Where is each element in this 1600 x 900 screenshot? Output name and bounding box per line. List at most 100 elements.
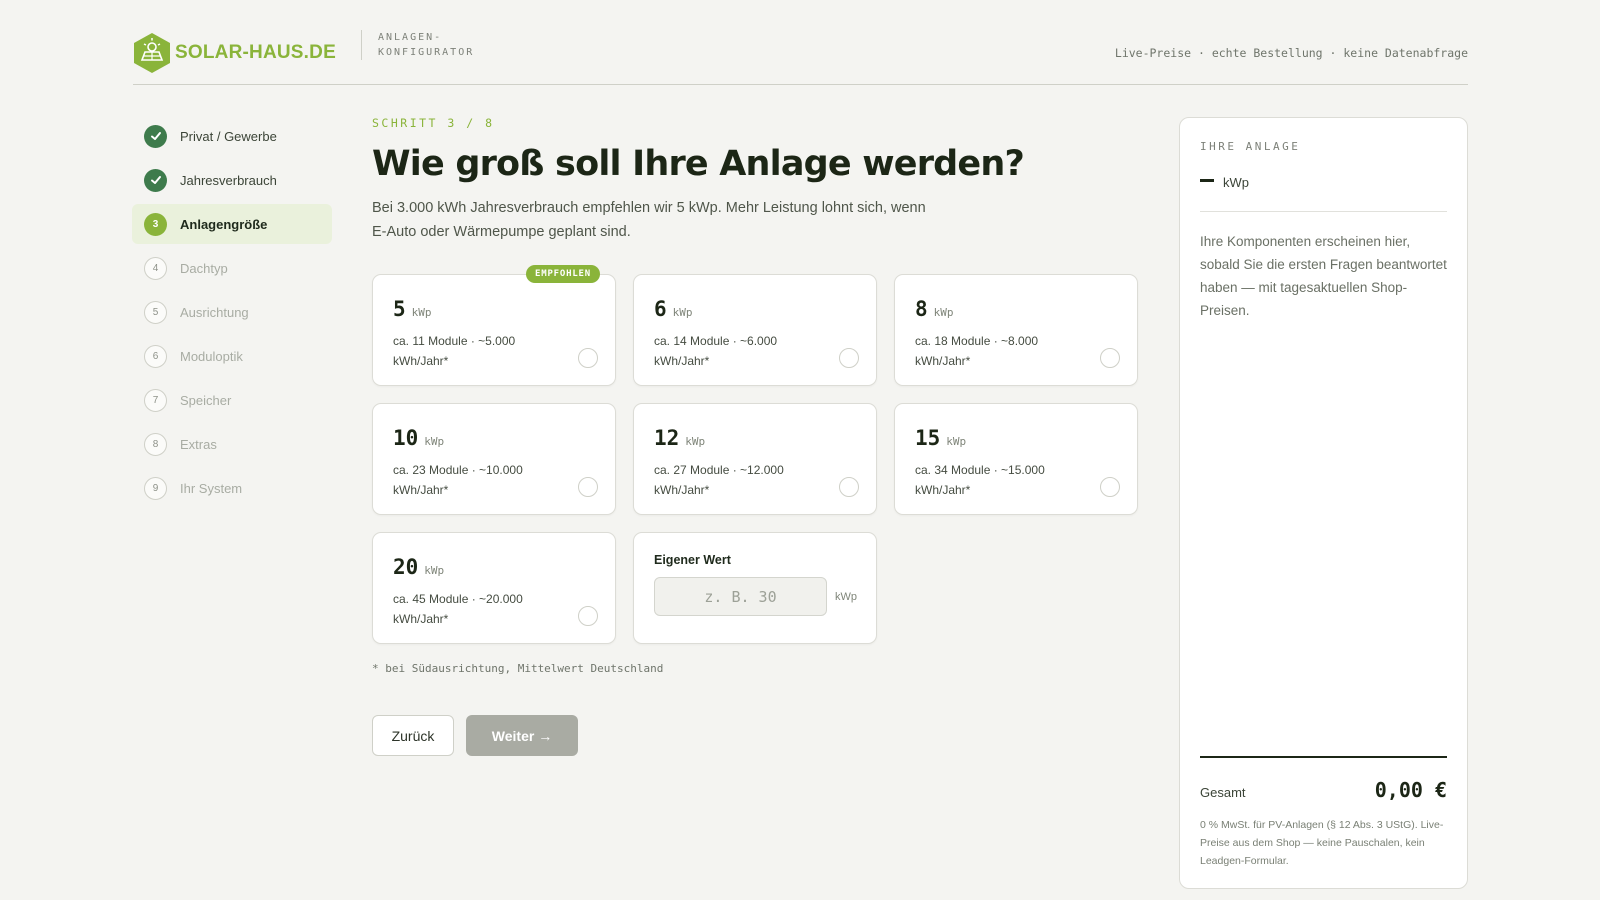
check-icon xyxy=(144,168,167,192)
empty-value-dash xyxy=(1200,178,1214,182)
size-options: EMPFOHLEN 5 kWp ca. 11 Module · ~5.000 kWh/… xyxy=(372,265,1142,644)
radio-button[interactable] xyxy=(578,477,598,497)
size-value: 15 kWp xyxy=(915,426,1117,452)
size-unit: kWp xyxy=(424,435,445,448)
size-description: ca. 11 Module · ~5.000 kWh/Jahr* xyxy=(393,334,516,368)
step-number: 8 xyxy=(144,432,167,456)
size-description: ca. 34 Module · ~15.000 kWh/Jahr* xyxy=(915,463,1045,497)
step-item[interactable]: 3 Anlagengröße xyxy=(132,204,332,244)
radio-button[interactable] xyxy=(578,348,598,368)
summary-placeholder-text: Ihre Komponenten erscheinen hier, sobald… xyxy=(1200,234,1447,318)
size-description: ca. 23 Module · ~10.000 kWh/Jahr* xyxy=(393,463,523,497)
step-label: Jahresverbrauch xyxy=(180,172,277,188)
summary-total-section: Gesamt 0,00 € 0 % MwSt. für PV-Anlagen (… xyxy=(1200,756,1447,870)
page-title: Wie groß soll Ihre Anlage werden? xyxy=(372,144,1025,184)
solar-logo-icon xyxy=(134,33,170,73)
radio-button[interactable] xyxy=(1100,477,1120,497)
size-description: ca. 27 Module · ~12.000 kWh/Jahr* xyxy=(654,463,784,497)
step-indicator: SCHRITT 3 / 8 xyxy=(372,116,495,130)
brand[interactable]: SOLAR-HAUS.DE xyxy=(133,32,336,74)
step-number: 9 xyxy=(144,476,167,500)
size-unit: kWp xyxy=(424,564,445,577)
step-label: Moduloptik xyxy=(180,348,243,364)
size-option-card[interactable]: 12 kWp ca. 27 Module · ~12.000 kWh/Jahr* xyxy=(633,403,877,515)
summary-power-unit: kWp xyxy=(1223,174,1249,190)
step-item[interactable]: 5 Ausrichtung xyxy=(132,292,332,332)
size-description: ca. 18 Module · ~8.000 kWh/Jahr* xyxy=(915,334,1039,368)
size-description: ca. 14 Module · ~6.000 kWh/Jahr* xyxy=(654,334,778,368)
size-option-card[interactable]: EMPFOHLEN 5 kWp ca. 11 Module · ~5.000 kWh/… xyxy=(372,265,616,386)
size-unit: kWp xyxy=(933,306,954,319)
size-value: 6 kWp xyxy=(654,297,856,323)
radio-button[interactable] xyxy=(1100,348,1120,368)
next-button[interactable]: Weiter → xyxy=(466,715,578,756)
step-item[interactable]: 9 Ihr System xyxy=(132,468,332,508)
size-value: 12 kWp xyxy=(654,426,856,452)
step-label: Privat / Gewerbe xyxy=(180,128,277,144)
summary-title: IHRE ANLAGE xyxy=(1200,140,1301,153)
size-option-card[interactable]: 6 kWp ca. 14 Module · ~6.000 kWh/Jahr* xyxy=(633,274,877,386)
size-number: 15 xyxy=(915,426,941,450)
size-number: 20 xyxy=(393,555,419,579)
size-number: 6 xyxy=(654,297,667,321)
step-number: 4 xyxy=(144,256,167,280)
header-note: Live-Preise · echte Bestellung · keine D… xyxy=(1114,46,1468,60)
summary-panel: IHRE ANLAGE kWp Ihre Komponenten erschei… xyxy=(1179,117,1468,889)
custom-size-label: Eigener Wert xyxy=(654,553,731,567)
step-number: 3 xyxy=(144,212,167,236)
size-option-card[interactable]: 8 kWp ca. 18 Module · ~8.000 kWh/Jahr* xyxy=(894,274,1138,386)
brand-divider xyxy=(361,30,362,60)
step-label: Ausrichtung xyxy=(180,304,249,320)
size-number: 10 xyxy=(393,426,419,450)
custom-size-card: Eigener Wert kWp xyxy=(633,532,877,644)
custom-size-input[interactable] xyxy=(654,577,827,616)
main-content: SCHRITT 3 / 8 Wie groß soll Ihre Anlage … xyxy=(372,116,1142,756)
recommended-badge: EMPFOHLEN xyxy=(526,265,600,283)
footnote: * bei Südausrichtung, Mittelwert Deutsch… xyxy=(372,662,664,675)
size-option-card[interactable]: 20 kWp ca. 45 Module · ~20.000 kWh/Jahr* xyxy=(372,532,616,644)
step-number: 5 xyxy=(144,300,167,324)
step-label: Extras xyxy=(180,436,217,452)
step-number: 7 xyxy=(144,388,167,412)
brand-subtitle: ANLAGEN-KONFIGURATOR xyxy=(378,32,475,58)
navigation-buttons: Zurück Weiter → xyxy=(372,715,1142,756)
size-value: 5 kWp xyxy=(393,297,595,323)
step-item[interactable]: Privat / Gewerbe xyxy=(132,116,332,156)
radio-button[interactable] xyxy=(839,348,859,368)
step-label: Ihr System xyxy=(180,480,243,496)
step-item[interactable]: 6 Moduloptik xyxy=(132,336,332,376)
size-unit: kWp xyxy=(685,435,706,448)
size-option-card[interactable]: 10 kWp ca. 23 Module · ~10.000 kWh/Jahr* xyxy=(372,403,616,515)
total-label: Gesamt xyxy=(1200,785,1246,800)
back-button[interactable]: Zurück xyxy=(372,715,454,756)
step-item[interactable]: 7 Speicher xyxy=(132,380,332,420)
summary-power: kWp xyxy=(1200,167,1447,197)
header: SOLAR-HAUS.DE ANLAGEN-KONFIGURATOR Live-… xyxy=(133,22,1468,84)
size-unit: kWp xyxy=(411,306,432,319)
summary-divider xyxy=(1200,211,1447,212)
step-item[interactable]: 8 Extras xyxy=(132,424,332,464)
size-number: 12 xyxy=(654,426,680,450)
total-value: 0,00 € xyxy=(1374,778,1447,802)
size-value: 20 kWp xyxy=(393,555,595,581)
brand-name: SOLAR-HAUS.DE xyxy=(175,42,336,63)
step-number: 6 xyxy=(144,344,167,368)
step-list: Privat / Gewerbe Jahresverbrauch 3 Anlageng… xyxy=(132,116,332,512)
size-unit: kWp xyxy=(672,306,693,319)
radio-button[interactable] xyxy=(578,606,598,626)
size-option-card[interactable]: 15 kWp ca. 34 Module · ~15.000 kWh/Jahr* xyxy=(894,403,1138,515)
custom-size-unit: kWp xyxy=(835,590,857,603)
size-unit: kWp xyxy=(946,435,967,448)
total-divider xyxy=(1200,756,1447,758)
size-value: 10 kWp xyxy=(393,426,595,452)
check-icon xyxy=(144,124,167,148)
size-number: 8 xyxy=(915,297,928,321)
step-item[interactable]: Jahresverbrauch xyxy=(132,160,332,200)
size-description: ca. 45 Module · ~20.000 kWh/Jahr* xyxy=(393,592,523,626)
step-item[interactable]: 4 Dachtyp xyxy=(132,248,332,288)
radio-button[interactable] xyxy=(839,477,859,497)
header-divider xyxy=(133,84,1468,85)
tax-note: 0 % MwSt. für PV-Anlagen (§ 12 Abs. 3 US… xyxy=(1200,819,1444,867)
size-number: 5 xyxy=(393,297,406,321)
page-description: Bei 3.000 kWh Jahresverbrauch empfehlen … xyxy=(372,200,926,240)
